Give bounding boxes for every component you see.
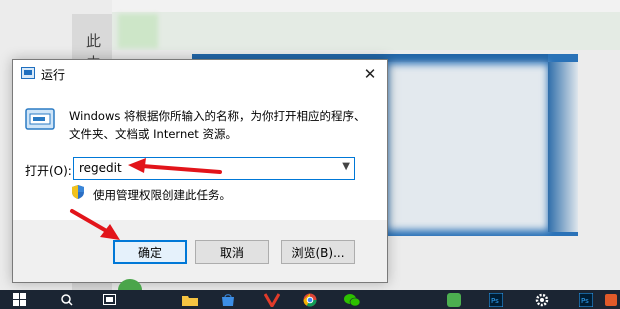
app-last-icon[interactable] [604, 292, 618, 307]
annotation-arrow-input [128, 158, 222, 174]
search-icon[interactable] [58, 292, 76, 307]
svg-text:Ps: Ps [491, 297, 499, 305]
run-app-icon [21, 67, 35, 79]
green-app-icon[interactable] [444, 292, 464, 307]
background-top-strip [112, 0, 620, 12]
settings-icon[interactable] [532, 292, 552, 307]
red-app-icon[interactable] [262, 292, 282, 307]
chrome-icon[interactable] [300, 292, 320, 307]
dialog-titlebar[interactable]: 运行 ✕ [13, 60, 387, 88]
browse-button[interactable]: 浏览(B)... [281, 240, 355, 264]
cancel-button[interactable]: 取消 [195, 240, 269, 264]
background-header-blur [118, 14, 158, 48]
open-label: 打开(O): [25, 164, 72, 178]
task-view-icon[interactable] [100, 292, 118, 307]
shield-icon [72, 185, 84, 199]
photoshop-icon[interactable]: Ps [486, 292, 506, 307]
open-input-value[interactable]: regedit [79, 161, 122, 175]
dialog-description: Windows 将根据你所输入的名称，为你打开相应的程序、文件夹、文档或 Int… [69, 109, 366, 141]
run-large-icon [25, 108, 55, 130]
taskbar: Ps Ps [0, 290, 620, 309]
svg-text:Ps: Ps [581, 297, 589, 305]
photoshop-2-icon[interactable]: Ps [576, 292, 596, 307]
store-icon[interactable] [218, 292, 238, 307]
close-button[interactable]: ✕ [353, 60, 387, 88]
wechat-icon[interactable] [342, 292, 362, 307]
chevron-down-icon[interactable]: ▼ [342, 161, 350, 172]
dialog-title: 运行 [41, 68, 66, 82]
background-header [112, 12, 620, 50]
file-explorer-icon[interactable] [180, 292, 200, 307]
start-icon[interactable] [10, 292, 28, 307]
background-window-content [388, 64, 548, 230]
admin-note: 使用管理权限创建此任务。 [93, 188, 231, 202]
annotation-arrow-ok [70, 209, 120, 240]
background-window-edge [548, 62, 578, 232]
